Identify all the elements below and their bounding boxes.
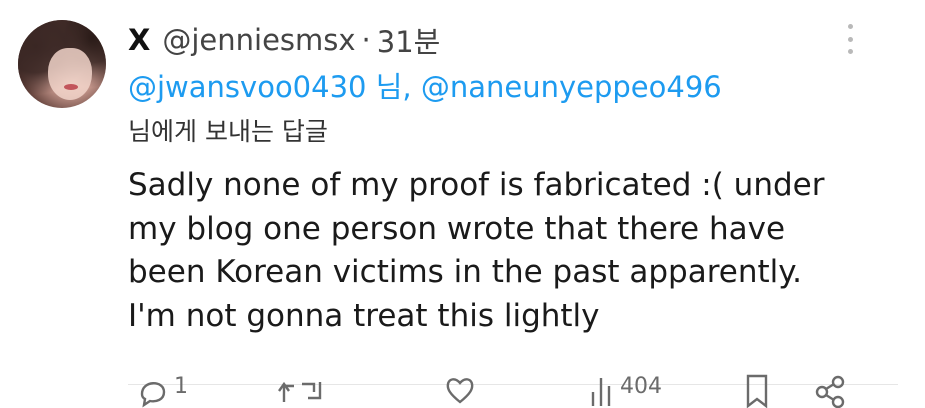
repost-button[interactable]: [278, 372, 326, 408]
tweet-text: Sadly none of my proof is fabricated :( …: [128, 164, 898, 338]
share-icon: [815, 375, 845, 408]
reply-count: 1: [174, 374, 188, 399]
repost-icon: [278, 381, 322, 402]
tweet-action-bar: 1 404: [128, 372, 858, 408]
views-icon: [591, 378, 611, 406]
tweet-header: X @jenniesmsx · 31분: [128, 20, 440, 60]
tweet-timestamp[interactable]: 31분: [377, 19, 441, 61]
avatar-face: [48, 48, 92, 100]
separator-dot: ·: [361, 23, 371, 57]
views-count: 404: [620, 374, 662, 399]
share-button[interactable]: [812, 372, 848, 408]
heart-icon: [446, 378, 474, 404]
more-dot: [847, 49, 853, 54]
replying-to-suffix: 님에게 보내는 답글: [128, 117, 328, 146]
reply-icon: [140, 382, 166, 408]
author-handle[interactable]: @jenniesmsx: [162, 23, 355, 57]
reply-button[interactable]: 1: [134, 372, 188, 408]
profile-avatar[interactable]: [18, 20, 106, 108]
like-button[interactable]: [442, 372, 478, 408]
tweet-text-line: been Korean victims in the past apparent…: [128, 254, 803, 290]
bookmark-button[interactable]: [742, 372, 772, 408]
replying-to-line: @jwansvoo0430 님, @naneunyeppeo496: [128, 64, 722, 106]
reply-mention-1[interactable]: @jwansvoo0430: [128, 70, 367, 104]
tweet-card[interactable]: X @jenniesmsx · 31분 @jwansvoo0430 님, @na…: [0, 0, 925, 408]
tweet-text-line: my blog one person wrote that there have: [128, 210, 786, 247]
more-dot: [847, 24, 853, 29]
tweet-text-line: I'm not gonna treat this lightly: [128, 297, 600, 334]
bookmark-icon: [746, 374, 768, 408]
reply-mention-2[interactable]: @naneunyeppeo496: [421, 70, 722, 104]
more-dot: [847, 36, 853, 42]
tweet-text-line: Sadly none of my proof is fabricated :( …: [128, 167, 825, 203]
avatar-lips: [64, 84, 78, 90]
more-options-icon[interactable]: [842, 24, 858, 54]
views-button[interactable]: 404: [586, 372, 662, 408]
reply-mention-joiner: 님,: [366, 70, 421, 104]
author-name[interactable]: X: [128, 23, 150, 57]
